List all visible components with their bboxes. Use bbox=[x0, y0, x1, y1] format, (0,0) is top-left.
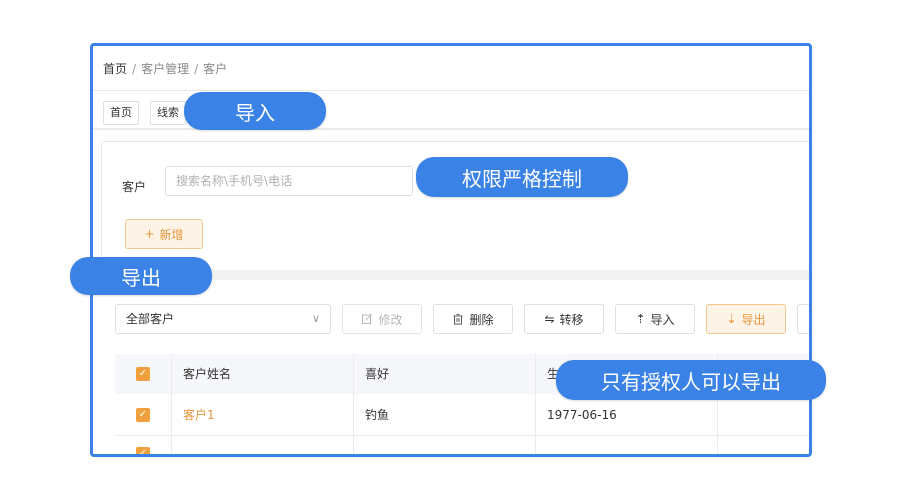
breadcrumb-separator: / bbox=[132, 62, 137, 76]
callout-permission: 权限严格控制 bbox=[416, 157, 628, 197]
column-header-hobby[interactable]: 喜好 bbox=[365, 354, 389, 394]
trash-icon bbox=[453, 314, 463, 325]
add-button-label: 新增 bbox=[159, 227, 184, 242]
delete-label: 删除 bbox=[469, 312, 494, 327]
column-divider bbox=[171, 354, 172, 454]
tab-leads[interactable]: 线索 bbox=[150, 101, 186, 125]
table-row[interactable]: ✓ 客户1 钓鱼 1977-06-16 bbox=[115, 395, 809, 436]
column-divider bbox=[353, 354, 354, 454]
add-button[interactable]: + 新增 bbox=[125, 219, 203, 249]
import-button[interactable]: ⇡ 导入 bbox=[615, 304, 695, 334]
column-header-name[interactable]: 客户姓名 bbox=[183, 354, 231, 394]
breadcrumb-section[interactable]: 客户管理 bbox=[141, 62, 189, 76]
edit-button[interactable]: 修改 bbox=[342, 304, 422, 334]
import-label: 导入 bbox=[650, 312, 675, 327]
export-label: 导出 bbox=[741, 312, 766, 327]
transfer-icon: ⇋ bbox=[544, 312, 555, 326]
breadcrumb: 首页 / 客户管理 / 客户 bbox=[103, 60, 227, 77]
tab-home[interactable]: 首页 bbox=[103, 101, 139, 125]
customer-scope-select[interactable]: 全部客户 ∨ bbox=[115, 304, 331, 334]
plus-icon: + bbox=[144, 227, 155, 241]
transfer-label: 转移 bbox=[559, 312, 584, 327]
upload-icon: ⇡ bbox=[635, 312, 646, 326]
callout-export: 导出 bbox=[70, 257, 212, 295]
breadcrumb-current: 客户 bbox=[203, 62, 228, 76]
row-checkbox[interactable]: ✓ bbox=[136, 447, 150, 454]
transfer-button[interactable]: ⇋ 转移 bbox=[524, 304, 604, 334]
chevron-down-icon: ∨ bbox=[311, 312, 320, 325]
column-divider bbox=[535, 354, 536, 454]
more-button[interactable] bbox=[797, 304, 809, 334]
select-all-checkbox[interactable]: ✓ bbox=[136, 367, 150, 381]
delete-button[interactable]: 删除 bbox=[433, 304, 513, 334]
callout-authorized-export: 只有授权人可以导出 bbox=[556, 360, 826, 400]
breadcrumb-separator: / bbox=[194, 62, 199, 76]
export-button[interactable]: ⇣ 导出 bbox=[706, 304, 786, 334]
row-checkbox[interactable]: ✓ bbox=[136, 408, 150, 422]
birthday-cell: 1977-06-16 bbox=[547, 408, 617, 422]
divider bbox=[93, 90, 809, 91]
edit-icon bbox=[362, 314, 373, 324]
download-icon: ⇣ bbox=[726, 312, 737, 326]
breadcrumb-home[interactable]: 首页 bbox=[103, 62, 127, 76]
customer-label: 客户 bbox=[122, 180, 147, 194]
hobby-cell: 钓鱼 bbox=[365, 408, 390, 422]
search-input[interactable] bbox=[165, 166, 413, 196]
edit-label: 修改 bbox=[378, 312, 403, 327]
callout-import: 导入 bbox=[184, 92, 326, 130]
select-value: 全部客户 bbox=[126, 312, 175, 326]
table-row[interactable]: ✓ bbox=[115, 436, 809, 454]
customer-name-link[interactable]: 客户1 bbox=[183, 395, 215, 435]
